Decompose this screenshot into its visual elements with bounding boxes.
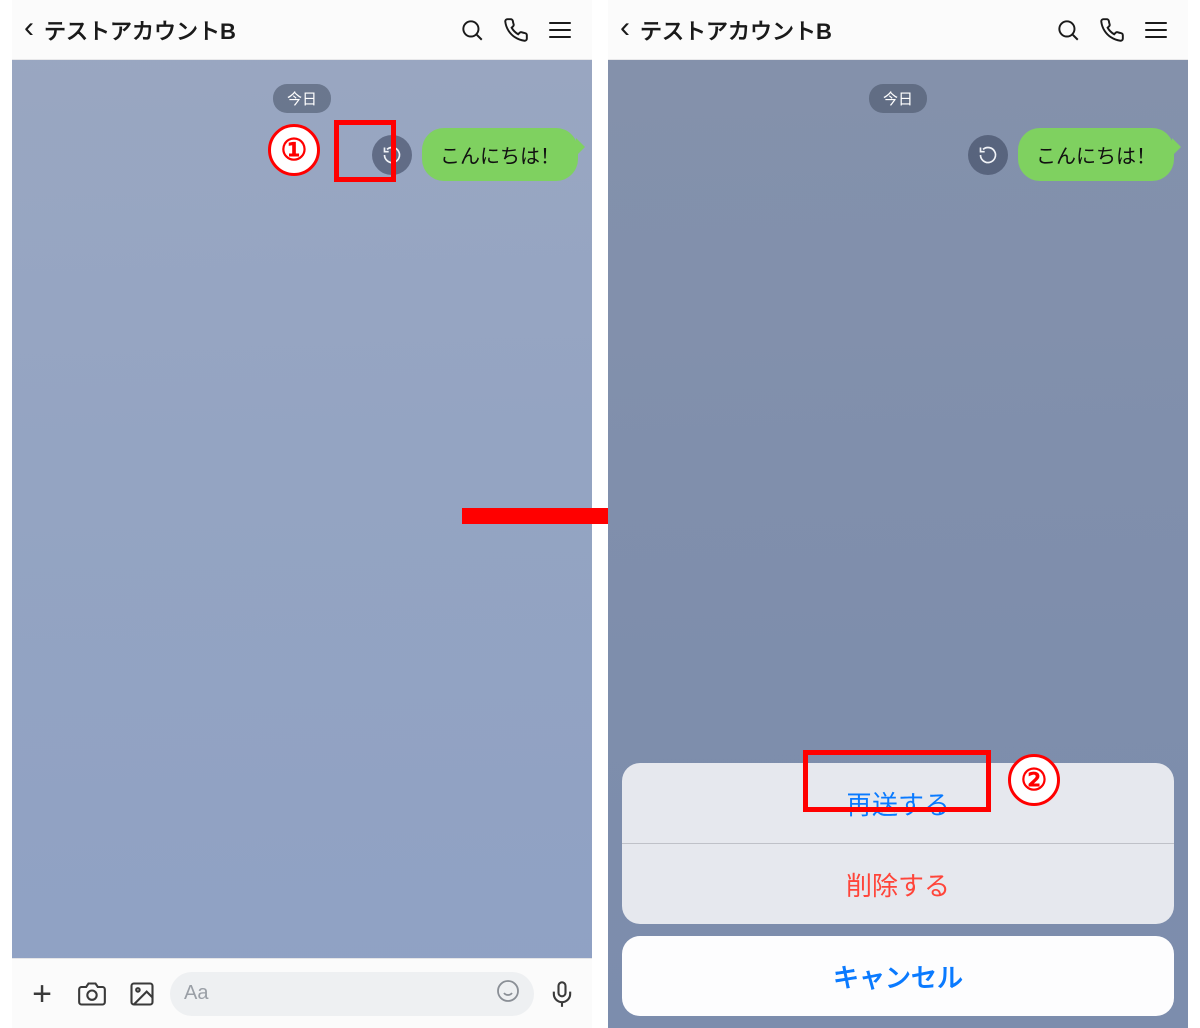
- delete-button[interactable]: 削除する: [622, 844, 1174, 924]
- message-input-placeholder: Aa: [184, 982, 208, 1005]
- cancel-button[interactable]: キャンセル: [622, 936, 1174, 1016]
- search-icon[interactable]: [1046, 17, 1090, 43]
- date-separator: 今日: [869, 84, 927, 113]
- search-icon[interactable]: [450, 17, 494, 43]
- annotation-box-1: [334, 120, 396, 182]
- menu-icon[interactable]: [538, 22, 582, 38]
- annotation-badge-2: ②: [1008, 754, 1060, 806]
- message-row: こんにちは！: [968, 128, 1174, 181]
- sent-message-bubble[interactable]: こんにちは！: [422, 128, 578, 181]
- call-icon[interactable]: [494, 17, 538, 43]
- chat-header: ‹ テストアカウントB: [12, 0, 592, 60]
- chat-header: ‹ テストアカウントB: [608, 0, 1188, 60]
- emoji-icon[interactable]: [496, 979, 520, 1009]
- date-separator: 今日: [273, 84, 331, 113]
- sent-message-bubble[interactable]: こんにちは！: [1018, 128, 1174, 181]
- gallery-icon[interactable]: [120, 980, 164, 1008]
- menu-icon[interactable]: [1134, 22, 1178, 38]
- call-icon[interactable]: [1090, 17, 1134, 43]
- message-row: こんにちは！: [372, 128, 578, 181]
- camera-icon[interactable]: [70, 980, 114, 1008]
- back-icon[interactable]: ‹: [22, 13, 40, 47]
- message-input-bar: + Aa: [12, 958, 592, 1028]
- mic-icon[interactable]: [540, 980, 584, 1008]
- annotation-box-2: [803, 750, 991, 812]
- screenshot-after: ‹ テストアカウントB 今日 こんにちは！ 再送する 削除する: [608, 0, 1188, 1028]
- back-icon[interactable]: ‹: [618, 13, 636, 47]
- chat-title: テストアカウントB: [640, 14, 832, 46]
- annotation-badge-1: ①: [268, 124, 320, 176]
- chat-title: テストアカウントB: [44, 14, 236, 46]
- plus-icon[interactable]: +: [20, 977, 64, 1011]
- resend-icon[interactable]: [968, 135, 1008, 175]
- message-input[interactable]: Aa: [170, 972, 534, 1016]
